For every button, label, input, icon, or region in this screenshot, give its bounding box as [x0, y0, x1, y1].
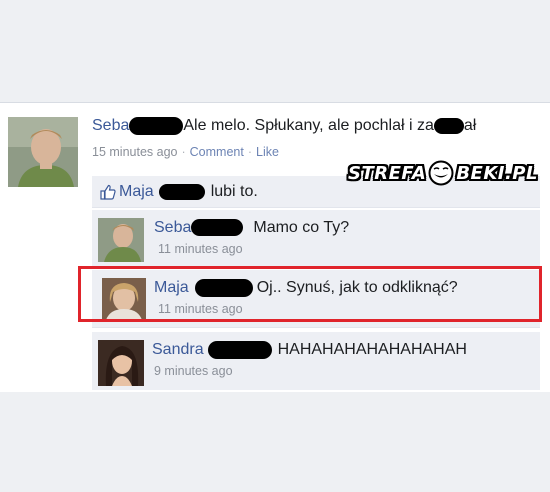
comment-timestamp: 9 minutes ago [154, 364, 233, 378]
redacted-word [433, 118, 464, 134]
strefabeki-watermark: STREFA BEKI.PL [348, 160, 538, 186]
redacted-surname [207, 341, 272, 359]
post-author-name[interactable]: Seba [92, 117, 129, 134]
post-author-avatar[interactable] [8, 117, 78, 187]
watermark-left: STREFA [348, 162, 427, 184]
comment-timestamp: 11 minutes ago [158, 302, 243, 316]
avatar-photo-sandra [98, 340, 144, 386]
comment-item: Maja Oj.. Synuś, jak to odkliknąć? 11 min… [92, 270, 540, 328]
troll-face-icon [428, 160, 454, 186]
avatar-photo-seba [98, 218, 144, 262]
avatar-photo-seba [8, 117, 78, 187]
comment-text: HAHAHAHAHAHAHAHAH [277, 341, 467, 359]
comment-text: Oj.. Synuś, jak to odkliknąć? [256, 279, 458, 297]
post-text-part1: Ale melo. Spłukany, ale pochlał i za [183, 117, 434, 135]
likes-text: lubi to. [210, 182, 258, 200]
comment-line: Sandra HAHAHAHAHAHAHAHAH [152, 341, 467, 359]
post-meta: 15 minutes ago · Comment · Like [92, 145, 279, 159]
comment-item: Sandra HAHAHAHAHAHAHAHAH 9 minutes ago [92, 332, 540, 390]
post-text-part2: ał [463, 117, 477, 135]
meta-separator: · [247, 145, 253, 159]
comment-line: Maja Oj.. Synuś, jak to odkliknąć? [154, 279, 458, 297]
redacted-surname [129, 117, 184, 135]
comment-author-avatar[interactable] [98, 218, 144, 262]
comment-author-avatar[interactable] [98, 340, 144, 386]
like-link[interactable]: Like [256, 145, 279, 159]
likes-name[interactable]: Maja [119, 183, 154, 201]
comment-author-name[interactable]: Seba [154, 219, 191, 236]
comment-author-name[interactable]: Maja [154, 279, 189, 296]
post-timestamp: 15 minutes ago [92, 145, 178, 159]
comment-author-name[interactable]: Sandra [152, 341, 204, 358]
watermark-right: BEKI.PL [456, 162, 538, 184]
comment-author-avatar[interactable] [102, 278, 146, 320]
redacted-surname [194, 279, 253, 297]
comment-item: Seba Mamo co Ty? 11 minutes ago [92, 210, 540, 268]
redacted-surname [191, 219, 244, 237]
meta-separator: · [181, 145, 186, 159]
post-text-line: Seba Ale melo. Spłukany, ale pochlał i za… [92, 117, 542, 135]
comment-text: Mamo co Ty? [253, 219, 350, 236]
avatar-photo-maja [102, 278, 146, 320]
comment-line: Seba Mamo co Ty? [154, 219, 349, 237]
thumbs-up-icon [100, 184, 116, 200]
comment-link[interactable]: Comment [190, 145, 244, 159]
redacted-surname [158, 183, 205, 200]
top-divider [0, 102, 550, 103]
comment-timestamp: 11 minutes ago [158, 242, 243, 256]
